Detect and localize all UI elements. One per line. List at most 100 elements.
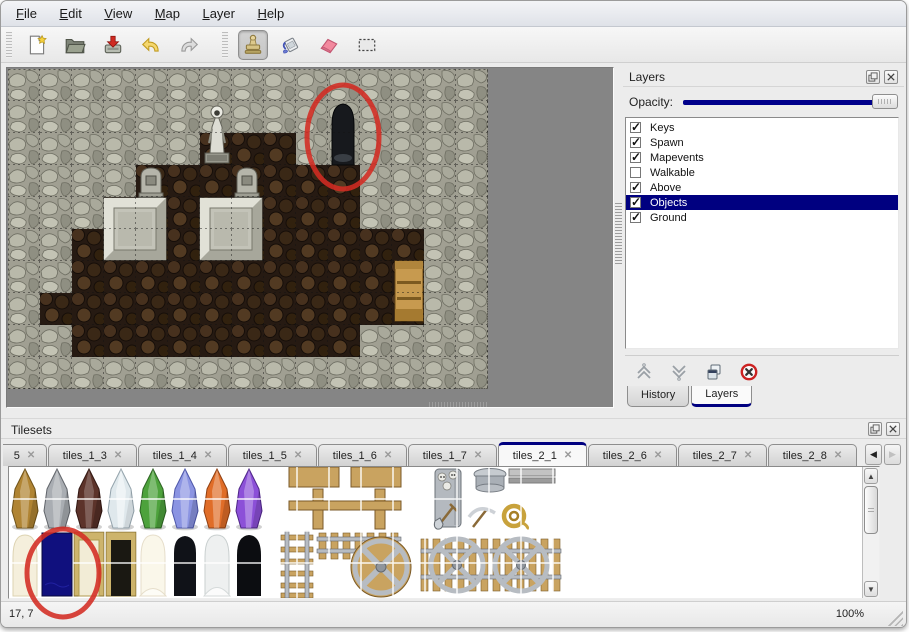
- tileset-tab-tiles-1-7[interactable]: tiles_1_7 ✕: [408, 444, 497, 466]
- toolbar: [1, 27, 906, 63]
- fill-tool-button[interactable]: [276, 30, 306, 60]
- layer-row-objects[interactable]: Objects: [626, 195, 898, 210]
- layer-visibility-checkbox[interactable]: [630, 137, 641, 148]
- new-file-button[interactable]: [22, 30, 52, 60]
- layer-row-walkable[interactable]: Walkable: [626, 165, 898, 180]
- cursor-coordinates: 17, 7: [9, 608, 33, 620]
- tab-label: tiles_1_4: [153, 450, 197, 462]
- delete-layer-button[interactable]: [738, 361, 760, 383]
- layer-visibility-checkbox[interactable]: [630, 197, 641, 208]
- close-tab-icon[interactable]: ✕: [294, 450, 302, 461]
- layer-visibility-checkbox[interactable]: [630, 182, 641, 193]
- scroll-down-button[interactable]: ▼: [864, 581, 878, 597]
- tileset-tab-tiles-1-6[interactable]: tiles_1_6 ✕: [318, 444, 407, 466]
- duplicate-layer-icon: [704, 362, 724, 382]
- scrollbar-thumb[interactable]: [864, 486, 878, 534]
- redo-button[interactable]: [174, 30, 204, 60]
- menu-map[interactable]: Map: [146, 4, 189, 23]
- menu-file[interactable]: File: [7, 4, 46, 23]
- eraser-tool-button[interactable]: [314, 30, 344, 60]
- menu-edit[interactable]: Edit: [50, 4, 90, 23]
- layer-row-above[interactable]: Above: [626, 180, 898, 195]
- rect-select-tool-button[interactable]: [352, 30, 382, 60]
- stamp-tool-icon: [242, 34, 264, 56]
- tileset-tab-tiles-2-7[interactable]: tiles_2_7 ✕: [678, 444, 767, 466]
- tileset-tab-tiles-1-4[interactable]: tiles_1_4 ✕: [138, 444, 227, 466]
- close-tab-icon[interactable]: ✕: [474, 450, 482, 461]
- raise-layer-button[interactable]: [633, 361, 655, 383]
- close-panel-button[interactable]: [884, 70, 898, 84]
- layer-visibility-checkbox[interactable]: [630, 212, 641, 223]
- tileset-content[interactable]: ▲ ▼: [8, 466, 880, 599]
- rect-select-icon: [356, 34, 378, 56]
- undo-button[interactable]: [136, 30, 166, 60]
- new-file-icon: [26, 34, 48, 56]
- tileset-tab-tiles-2-6[interactable]: tiles_2_6 ✕: [588, 444, 677, 466]
- layer-visibility-checkbox[interactable]: [630, 167, 641, 178]
- close-panel-button[interactable]: [886, 422, 900, 436]
- close-tab-icon[interactable]: ✕: [744, 450, 752, 461]
- tab-scroll-left-button[interactable]: ◀: [865, 444, 882, 465]
- close-tab-icon[interactable]: ✕: [384, 450, 392, 461]
- layer-list: Keys Spawn Mapevents Walkable Above: [625, 117, 899, 349]
- horizontal-splitter[interactable]: [429, 402, 487, 407]
- fill-tool-icon: [280, 34, 302, 56]
- delete-layer-icon: [739, 362, 759, 382]
- map-canvas[interactable]: [8, 69, 488, 389]
- opacity-slider[interactable]: [683, 94, 898, 110]
- float-icon: [870, 424, 880, 434]
- close-tab-icon[interactable]: ✕: [114, 450, 122, 461]
- tileset-tab-tiles-1-3[interactable]: tiles_1_3 ✕: [48, 444, 137, 466]
- vertical-splitter[interactable]: [615, 203, 622, 265]
- resize-grip[interactable]: [887, 610, 903, 626]
- tileset-tile-navy-door[interactable]: [42, 533, 72, 596]
- opacity-slider-track[interactable]: [683, 100, 896, 105]
- tab-layers[interactable]: Layers: [691, 386, 752, 407]
- lower-layer-button[interactable]: [668, 361, 690, 383]
- layer-row-spawn[interactable]: Spawn: [626, 135, 898, 150]
- menu-help[interactable]: Help: [248, 4, 293, 23]
- close-tab-icon[interactable]: ✕: [834, 450, 842, 461]
- tab-label: tiles_1_3: [63, 450, 107, 462]
- tileset-tab-tiles-1-5[interactable]: tiles_1_5 ✕: [228, 444, 317, 466]
- layer-label: Walkable: [650, 167, 695, 179]
- opacity-slider-handle[interactable]: [872, 94, 898, 109]
- toolbar-grip[interactable]: [222, 32, 228, 58]
- tileset-scrollbar[interactable]: ▲ ▼: [862, 467, 879, 598]
- layer-row-keys[interactable]: Keys: [626, 120, 898, 135]
- layer-visibility-checkbox[interactable]: [630, 122, 641, 133]
- scroll-up-button[interactable]: ▲: [864, 468, 878, 484]
- open-button[interactable]: [60, 30, 90, 60]
- float-panel-button[interactable]: [866, 70, 880, 84]
- tab-label: tiles_1_6: [333, 450, 377, 462]
- menu-layer[interactable]: Layer: [193, 4, 244, 23]
- close-tab-icon[interactable]: ✕: [27, 450, 35, 461]
- zoom-level: 100%: [836, 608, 864, 620]
- tileset-tab-5[interactable]: 5 ✕: [3, 444, 47, 466]
- layer-row-ground[interactable]: Ground: [626, 210, 898, 225]
- stamp-tool-button[interactable]: [238, 30, 268, 60]
- duplicate-layer-button[interactable]: [703, 361, 725, 383]
- save-button[interactable]: [98, 30, 128, 60]
- tileset-sprites[interactable]: [9, 467, 861, 598]
- layer-label: Mapevents: [650, 152, 704, 164]
- tileset-tab-tiles-2-1[interactable]: tiles_2_1 ✕: [498, 442, 587, 466]
- close-tab-icon[interactable]: ✕: [654, 450, 662, 461]
- tab-scroll-right-button[interactable]: ▶: [884, 444, 901, 465]
- map-viewport[interactable]: [6, 67, 614, 408]
- layer-row-mapevents[interactable]: Mapevents: [626, 150, 898, 165]
- tileset-tab-tiles-2-8[interactable]: tiles_2_8 ✕: [768, 444, 857, 466]
- close-tab-icon[interactable]: ✕: [204, 450, 212, 461]
- menu-view[interactable]: View: [95, 4, 141, 23]
- float-panel-button[interactable]: [868, 422, 882, 436]
- layer-visibility-checkbox[interactable]: [630, 152, 641, 163]
- tab-history[interactable]: History: [627, 386, 689, 407]
- tilesets-panel: Tilesets 5 ✕: [1, 418, 906, 601]
- raise-layer-icon: [634, 362, 654, 382]
- close-tab-icon[interactable]: ✕: [564, 450, 572, 461]
- toolbar-grip[interactable]: [6, 32, 12, 58]
- statusbar: 17, 7 100%: [1, 601, 906, 628]
- tab-label: History: [641, 389, 675, 401]
- tab-label: Layers: [705, 388, 738, 400]
- undo-icon: [140, 34, 162, 56]
